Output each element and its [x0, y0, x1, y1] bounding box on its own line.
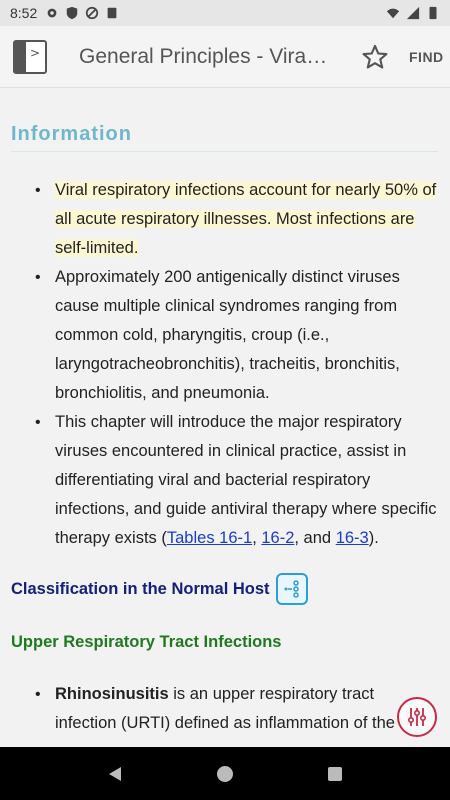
- link-table-16-3[interactable]: 16-3: [336, 529, 369, 547]
- list-item: Rhinosinusitis is an upper respiratory t…: [11, 680, 438, 738]
- link-table-16-1[interactable]: Tables 16-1: [167, 529, 252, 547]
- signal-icon: [406, 6, 420, 20]
- settings-icon: [47, 8, 57, 18]
- bullet-list-2: Rhinosinusitis is an upper respiratory t…: [11, 680, 438, 738]
- list-item: Viral respiratory infections account for…: [11, 176, 438, 263]
- adjust-settings-button[interactable]: [397, 697, 437, 737]
- article-content[interactable]: Information Viral respiratory infections…: [0, 89, 450, 747]
- list-item-text-end: ).: [368, 529, 379, 547]
- shield-icon: [67, 6, 78, 20]
- section-heading: Information: [11, 123, 438, 152]
- find-button[interactable]: FIND: [409, 49, 444, 65]
- classification-heading: Classification in the Normal Host: [11, 573, 438, 605]
- recents-icon[interactable]: [326, 765, 344, 783]
- home-icon[interactable]: [216, 765, 234, 783]
- upper-respiratory-heading: Upper Respiratory Tract Infections: [11, 633, 282, 651]
- classification-heading-text: Classification in the Normal Host: [11, 579, 270, 598]
- app-bar: > General Principles - Vira… FIND: [0, 26, 450, 88]
- list-item: This chapter will introduce the major re…: [11, 408, 438, 553]
- status-bar: 8:52: [0, 0, 450, 26]
- bullet-list: Viral respiratory infections account for…: [11, 176, 438, 553]
- clipboard-icon: [107, 7, 117, 19]
- navigation-bar: [0, 747, 450, 800]
- page-title: General Principles - Vira…: [79, 44, 328, 68]
- battery-icon: [429, 6, 437, 20]
- book-menu-icon[interactable]: >: [13, 39, 47, 74]
- link-table-16-2[interactable]: 16-2: [261, 529, 294, 547]
- separator: , and: [294, 529, 336, 547]
- list-item-text: This chapter will introduce the major re…: [55, 413, 437, 547]
- status-time: 8:52: [10, 5, 38, 21]
- term-bold: Rhinosinusitis: [55, 685, 169, 703]
- highlighted-text: Viral respiratory infections account for…: [55, 181, 437, 257]
- list-item: Approximately 200 antigenically distinct…: [11, 263, 438, 408]
- flowchart-icon[interactable]: [275, 573, 308, 605]
- sliders-icon: [407, 708, 427, 726]
- star-icon[interactable]: [361, 43, 389, 71]
- separator: ,: [252, 529, 262, 547]
- blocked-icon: [86, 6, 99, 20]
- wifi-icon: [386, 8, 400, 19]
- back-icon[interactable]: [106, 765, 124, 783]
